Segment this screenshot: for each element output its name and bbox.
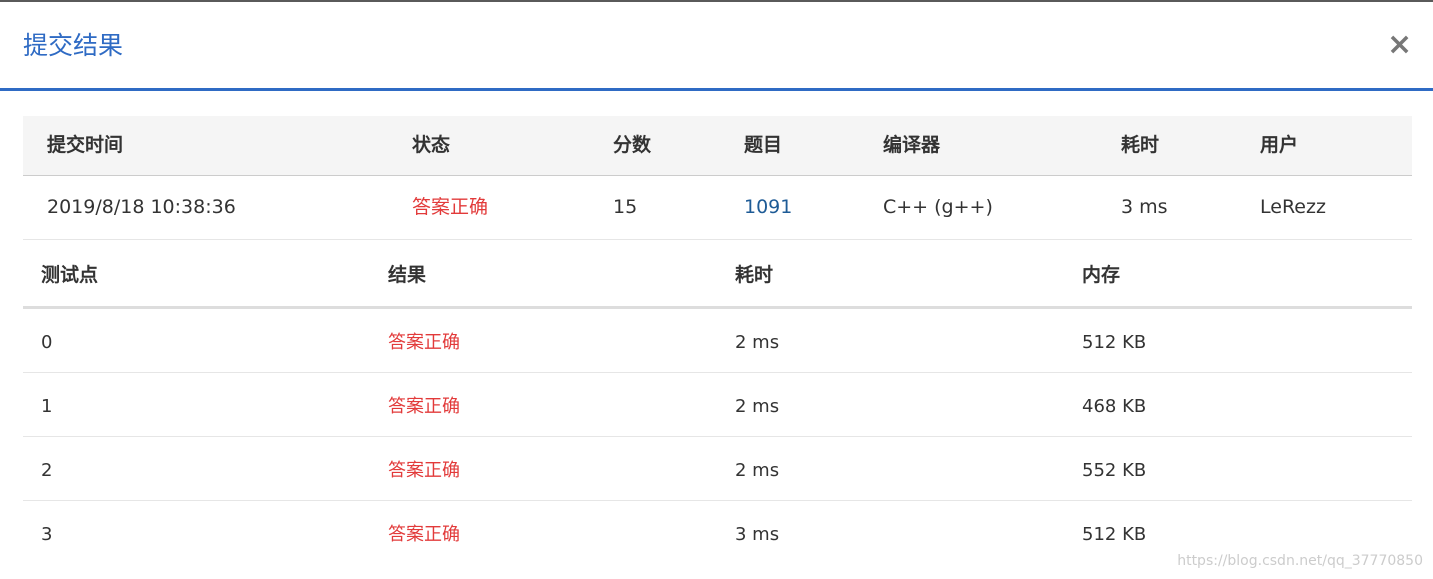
test-id: 1: [41, 396, 53, 417]
submission-result-dialog: 提交结果 × 提交时间 状态 分数 题目 编译器 耗时 用户 2019/8/18…: [0, 0, 1433, 579]
header-status: 状态: [412, 134, 451, 156]
header-submit-time: 提交时间: [47, 134, 124, 156]
tests-header-row: 测试点 结果 耗时 内存: [23, 240, 1412, 309]
header-problem: 题目: [744, 134, 783, 156]
table-row: 0 答案正确 2 ms 512 KB: [23, 309, 1412, 373]
header-test-time: 耗时: [735, 264, 774, 286]
status-badge: 答案正确: [412, 196, 489, 218]
test-id: 2: [41, 460, 53, 481]
test-cases-table: 测试点 结果 耗时 内存 0 答案正确 2 ms 512 KB 1 答案正确 2…: [23, 240, 1412, 564]
time-value: 3 ms: [1121, 196, 1168, 218]
header-user: 用户: [1260, 134, 1299, 156]
user-value: LeRezz: [1260, 196, 1326, 218]
test-memory: 512 KB: [1082, 332, 1147, 353]
submission-summary-table: 提交时间 状态 分数 题目 编译器 耗时 用户 2019/8/18 10:38:…: [23, 116, 1412, 240]
summary-row: 2019/8/18 10:38:36 答案正确 15 1091 C++ (g++…: [23, 176, 1412, 240]
watermark: https://blog.csdn.net/qq_37770850: [1177, 553, 1423, 569]
test-time: 2 ms: [735, 460, 780, 481]
submit-time: 2019/8/18 10:38:36: [47, 196, 236, 218]
test-id: 0: [41, 332, 53, 353]
test-memory: 512 KB: [1082, 524, 1147, 545]
test-time: 2 ms: [735, 332, 780, 353]
header-compiler: 编译器: [883, 134, 941, 156]
table-row: 1 答案正确 2 ms 468 KB: [23, 373, 1412, 437]
test-result: 答案正确: [388, 332, 460, 353]
problem-link[interactable]: 1091: [744, 176, 792, 239]
summary-header-row: 提交时间 状态 分数 题目 编译器 耗时 用户: [23, 116, 1412, 176]
score-value: 15: [613, 196, 638, 218]
test-time: 2 ms: [735, 396, 780, 417]
close-icon[interactable]: ×: [1387, 30, 1412, 60]
dialog-header: 提交结果 ×: [0, 2, 1433, 91]
header-test-id: 测试点: [41, 264, 99, 286]
header-memory: 内存: [1082, 264, 1121, 286]
table-row: 2 答案正确 2 ms 552 KB: [23, 437, 1412, 501]
compiler-value: C++ (g++): [883, 196, 993, 218]
test-time: 3 ms: [735, 524, 780, 545]
dialog-title: 提交结果: [23, 31, 124, 60]
test-result: 答案正确: [388, 460, 460, 481]
header-score: 分数: [613, 134, 652, 156]
test-result: 答案正确: [388, 524, 460, 545]
test-memory: 552 KB: [1082, 460, 1147, 481]
test-result: 答案正确: [388, 396, 460, 417]
test-id: 3: [41, 524, 53, 545]
header-time: 耗时: [1121, 134, 1160, 156]
test-memory: 468 KB: [1082, 396, 1147, 417]
header-result: 结果: [388, 264, 427, 286]
